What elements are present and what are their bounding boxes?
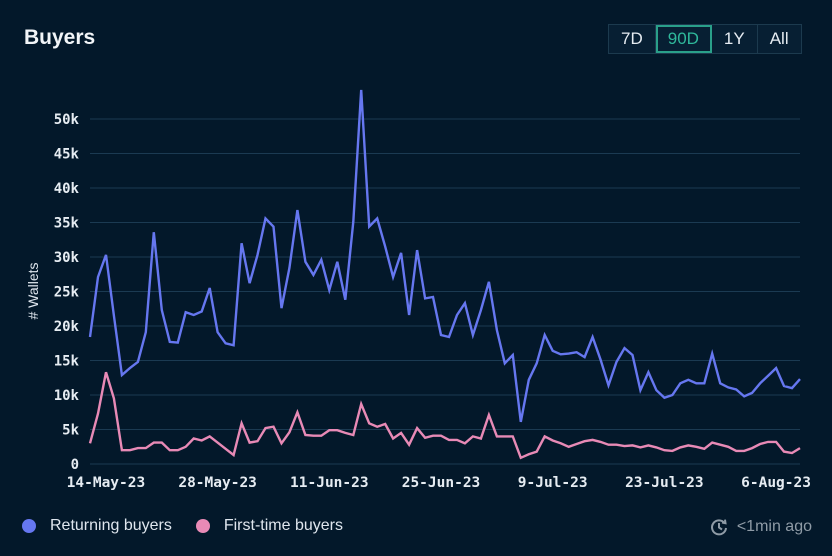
x-tick-label: 28-May-23	[178, 475, 257, 491]
x-tick-label: 14-May-23	[67, 475, 146, 491]
returning-buyersline	[88, 89, 801, 423]
x-axis-ticks: 14-May-23 28-May-23 11-Jun-23 25-Jun-23 9-Ju…	[67, 475, 811, 491]
series-lines	[88, 89, 801, 460]
last-updated: <1min ago	[709, 517, 812, 537]
legend-label-first-time: First-time buyers	[223, 517, 343, 534]
y-tick-label: 30k	[54, 250, 80, 266]
y-axis-label: # Wallets	[25, 262, 41, 319]
x-tick-label: 6-Aug-23	[741, 475, 811, 491]
y-tick-label: 10k	[54, 388, 80, 404]
returning-legend-dot	[22, 519, 36, 533]
x-tick-label: 23-Jul-23	[625, 475, 704, 491]
grid-lines	[90, 118, 800, 465]
y-tick-label: 25k	[54, 285, 80, 301]
y-tick-label: 5k	[62, 423, 79, 439]
y-tick-label: 35k	[54, 216, 80, 232]
y-tick-label: 50k	[54, 112, 80, 128]
x-tick-label: 11-Jun-23	[290, 475, 369, 491]
y-axis-ticks: 0 5k 10k 15k 20k 25k 30k 35k 40k 45k 50k	[54, 112, 80, 473]
legend: Returning buyers First-time buyers	[22, 517, 367, 535]
legend-label-returning: Returning buyers	[50, 517, 172, 534]
x-tick-label: 25-Jun-23	[402, 475, 481, 491]
y-tick-label: 20k	[54, 319, 80, 335]
y-tick-label: 40k	[54, 181, 80, 197]
first-time-legend-dot	[195, 519, 210, 533]
y-tick-label: 45k	[54, 147, 80, 163]
last-updated-text: <1min ago	[736, 518, 812, 535]
legend-item-returning[interactable]: Returning buyers	[22, 517, 172, 535]
legend-item-first-time[interactable]: First-time buyers	[195, 517, 343, 535]
line-chart: 0 5k 10k 15k 20k 25k 30k 35k 40k 45k 50k 14-May-23…	[25, 89, 811, 491]
y-tick-label: 0	[71, 457, 79, 473]
x-tick-label: 9-Jul-23	[518, 475, 588, 491]
first-time-buyersline	[88, 371, 801, 460]
clock-refresh-icon	[710, 519, 727, 536]
y-tick-label: 15k	[54, 354, 80, 370]
